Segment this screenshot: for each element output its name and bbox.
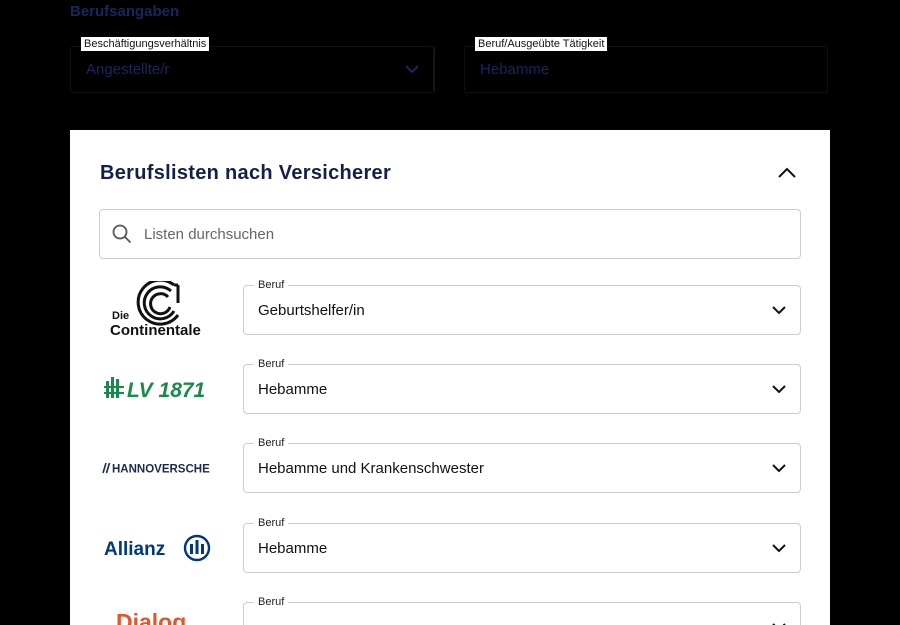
occupation-select-allianz[interactable]: Beruf Hebamme <box>243 516 801 573</box>
continentale-logo-line1: Die <box>112 310 129 322</box>
field-label: Beruf <box>254 436 289 450</box>
lv1871-logo: LV 1871 <box>99 364 217 414</box>
insurer-row-lv1871: LV 1871 Beruf Hebamme <box>99 357 801 414</box>
search-icon <box>112 224 132 244</box>
employment-label: Beschäftigungsverhältnis <box>81 37 210 51</box>
chevron-up-icon <box>778 167 796 178</box>
dialog-logo-text: Dialog <box>116 609 186 625</box>
allianz-logo: Allianz <box>99 523 217 573</box>
insurer-row-dialog: Dialog Beruf <box>99 595 801 625</box>
insurer-row-continentale: Die Continentale Beruf Geburtshelfer/in <box>99 278 801 339</box>
field-label: Beruf <box>254 595 289 609</box>
chevron-down-icon <box>772 544 786 553</box>
lv1871-logo-text: LV 1871 <box>127 379 205 402</box>
chevron-down-icon <box>405 65 419 74</box>
chevron-down-icon <box>772 464 786 473</box>
employment-select[interactable]: Beschäftigungsverhältnis Angestellte/r <box>70 37 434 93</box>
occupation-label: Beruf/Ausgeübte Tätigkeit <box>475 37 608 51</box>
occupation-select-continentale[interactable]: Beruf Geburtshelfer/in <box>243 278 801 335</box>
divider <box>434 46 435 93</box>
select-value: Geburtshelfer/in <box>258 302 365 319</box>
search-input[interactable] <box>144 225 800 243</box>
select-value: Hebamme <box>258 540 328 557</box>
occupation-value: Hebamme <box>480 61 550 78</box>
occupation-select-hannoversche[interactable]: Beruf Hebamme und Krankenschwester <box>243 436 801 493</box>
insurer-row-allianz: Allianz Beruf Hebamme <box>99 516 801 573</box>
chevron-down-icon <box>772 306 786 315</box>
panel-title: Berufslisten nach Versicherer <box>100 162 392 184</box>
insurer-row-hannoversche: HANNOVERSCHE Beruf Hebamme und Krankensc… <box>99 436 801 493</box>
occupation-select-lv1871[interactable]: Beruf Hebamme <box>243 357 801 414</box>
hannoversche-logo-text: HANNOVERSCHE <box>112 464 210 476</box>
dialog-logo: Dialog <box>99 602 217 625</box>
employment-value: Angestellte/r <box>86 61 170 78</box>
field-label: Beruf <box>254 278 289 292</box>
occupation-input[interactable]: Beruf/Ausgeübte Tätigkeit Hebamme <box>464 37 828 93</box>
select-value: Hebamme <box>258 381 328 398</box>
allianz-logo-text: Allianz <box>104 539 165 560</box>
occupation-select-dialog[interactable]: Beruf <box>243 595 801 625</box>
field-label: Beruf <box>254 516 289 530</box>
hannoversche-logo: HANNOVERSCHE <box>99 443 217 493</box>
chevron-down-icon <box>772 385 786 394</box>
continentale-logo: Die Continentale <box>99 281 217 339</box>
collapse-button[interactable] <box>774 162 800 184</box>
field-label: Beruf <box>254 357 289 371</box>
section-heading: Berufsangaben <box>70 3 180 20</box>
continentale-logo-line2: Continentale <box>110 322 201 339</box>
select-value: Hebamme und Krankenschwester <box>258 460 484 477</box>
insurer-occupation-panel: Berufslisten nach Versicherer Die Contin… <box>70 130 830 625</box>
list-search <box>99 209 801 259</box>
